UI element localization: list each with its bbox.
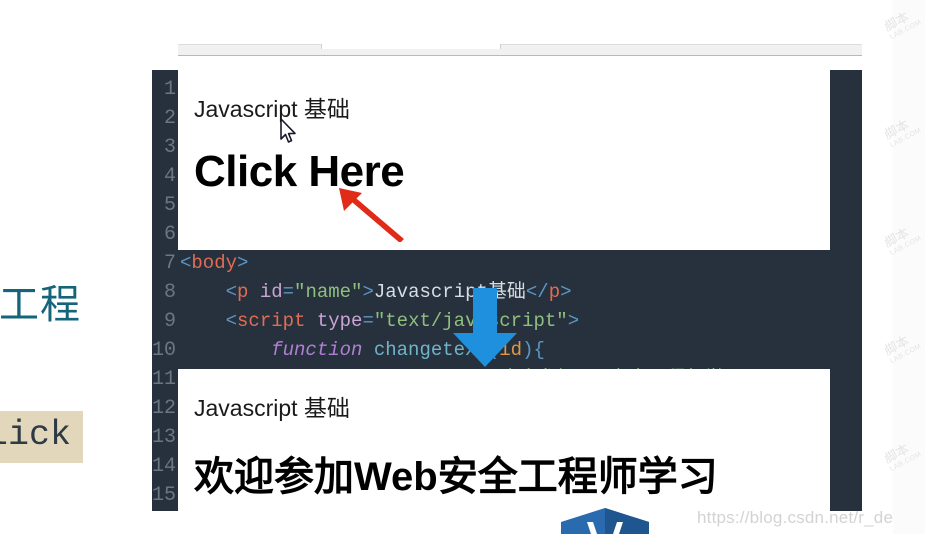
line-number: 9 bbox=[163, 310, 176, 333]
watermark-mark: 脚本 LAB.COM bbox=[885, 440, 923, 474]
code-token: id bbox=[259, 281, 283, 303]
code-line[interactable]: <p id="name">Javascript基础</p> bbox=[180, 278, 862, 307]
line-number: 8 bbox=[163, 281, 176, 304]
code-token: > bbox=[362, 281, 374, 303]
shield-logo-icon bbox=[561, 508, 649, 534]
red-annotation-arrow-icon bbox=[339, 188, 404, 242]
line-number: 15 bbox=[152, 484, 177, 507]
preview-result-heading: 欢迎参加Web安全工程师学习 bbox=[194, 455, 718, 499]
line-number: 4 bbox=[163, 165, 176, 188]
watermark-mark: 脚本 LAB.COM bbox=[885, 332, 923, 366]
line-number: 16 bbox=[152, 510, 180, 511]
code-token: { bbox=[533, 339, 545, 361]
code-token: = bbox=[362, 310, 374, 332]
code-token: < bbox=[225, 281, 238, 303]
code-token: function bbox=[271, 339, 363, 361]
line-number: 7 bbox=[163, 252, 176, 275]
preview-paragraph: Javascript 基础 bbox=[194, 395, 350, 421]
browser-active-tab[interactable] bbox=[321, 44, 501, 49]
mouse-pointer-icon bbox=[280, 118, 296, 143]
code-token: > bbox=[567, 310, 580, 332]
code-token: script bbox=[237, 310, 306, 332]
line-number: 3 bbox=[163, 136, 176, 159]
code-line[interactable]: <body> bbox=[180, 249, 862, 278]
code-line[interactable]: function changetext(id){ bbox=[180, 336, 862, 365]
line-number: 12 bbox=[152, 397, 177, 420]
preview-paragraph: Javascript 基础 bbox=[194, 96, 350, 122]
line-number: 14 bbox=[152, 455, 177, 478]
side-watermark-column: 脚本 LAB.COM 脚本 LAB.COM 脚本 LAB.COM 脚本 LAB.COM 脚本 LA… bbox=[885, 0, 925, 534]
line-number: 13 bbox=[152, 426, 177, 449]
line-number-gutter: 1 2 3 4 5 6 7 8 9 10 11 12 13 14 15 16 bbox=[152, 70, 180, 511]
code-token: "name" bbox=[294, 281, 363, 303]
code-line[interactable]: <script type="text/javascript"> bbox=[180, 307, 862, 336]
code-token: < bbox=[180, 252, 192, 274]
code-token: p bbox=[548, 281, 561, 303]
watermark-mark: 脚本 LAB.COM bbox=[885, 224, 923, 258]
code-token: p bbox=[237, 281, 249, 303]
article-heading-fragment: 全工程 bbox=[0, 283, 81, 327]
browser-tab-strip[interactable] bbox=[178, 44, 862, 56]
code-token: ) bbox=[522, 339, 534, 361]
line-number: 11 bbox=[152, 368, 177, 391]
code-token: type bbox=[316, 310, 363, 332]
watermark-mark: 脚本 LAB.COM bbox=[885, 8, 923, 42]
line-number: 1 bbox=[163, 78, 176, 101]
preview-panel-before-click[interactable]: Javascript 基础 Click Here bbox=[178, 59, 830, 250]
line-number: 2 bbox=[163, 107, 176, 130]
blue-annotation-arrow-icon bbox=[453, 288, 517, 367]
line-number: 5 bbox=[163, 194, 176, 217]
line-number: 10 bbox=[152, 339, 177, 362]
preview-panel-after-click[interactable]: Javascript 基础 欢迎参加Web安全工程师学习 bbox=[178, 369, 830, 511]
code-token: > bbox=[237, 252, 249, 274]
code-token: > bbox=[560, 281, 572, 303]
watermark-mark: 脚本 LAB.COM bbox=[885, 116, 923, 150]
article-inline-code-fragment: Click bbox=[0, 411, 84, 463]
code-token: </ bbox=[525, 281, 549, 303]
code-token: body bbox=[191, 252, 238, 274]
code-token: < bbox=[225, 310, 238, 332]
line-number: 6 bbox=[163, 223, 176, 246]
csdn-url-watermark: https://blog.csdn.net/r_deku bbox=[697, 508, 912, 527]
code-token: = bbox=[282, 281, 295, 303]
screenshot-stage: 全工程 Click 1 2 3 4 5 6 7 8 9 10 11 12 13 … bbox=[0, 0, 925, 534]
